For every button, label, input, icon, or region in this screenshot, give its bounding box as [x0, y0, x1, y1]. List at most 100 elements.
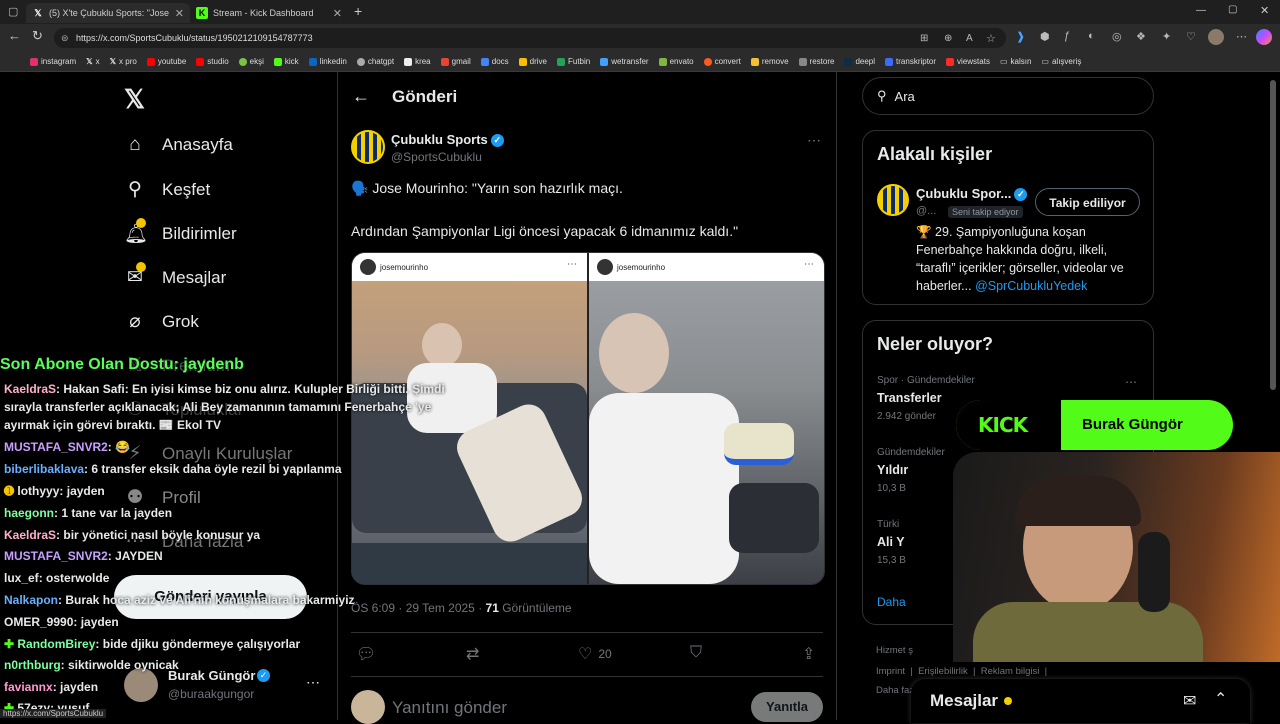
footer-link[interactable]: Imprint [876, 666, 905, 677]
settings-more-icon[interactable]: ⋯ [1236, 30, 1247, 43]
tab-x-post[interactable]: 𝕏 (5) X'te Çubuklu Sports: "Jose ✕ [26, 3, 190, 23]
sidebar-item-messages[interactable]: ✉ Mesajlar [124, 262, 226, 289]
footer-link[interactable]: Daha faz [876, 685, 914, 696]
post-media[interactable]: josemourinho ⋯ josemourinho ⋯ [351, 252, 825, 585]
tab-list-icon[interactable]: ▢ [8, 5, 18, 18]
bookmark-item[interactable]: instagram [30, 57, 76, 66]
new-tab-button[interactable]: + [354, 3, 362, 19]
bookmark-item[interactable]: ekşi [238, 57, 264, 66]
sidebar-item-verified-orgs[interactable]: ⚡︎ Onaylı Kuruluşlar [124, 442, 292, 465]
extension-icon[interactable]: ❱ [1016, 30, 1025, 43]
more-options-icon[interactable]: ⋯ [306, 674, 320, 691]
like-button[interactable]: ♡ 20 [578, 644, 612, 664]
expand-icon[interactable]: ⌃ [1214, 689, 1227, 709]
bookmark-item[interactable]: drive [518, 57, 547, 66]
sidebar-item-home[interactable]: ⌂ Anasayfa [124, 134, 233, 156]
bookmark-item[interactable]: wetransfer [600, 57, 649, 66]
related-name[interactable]: Çubuklu Spor... ✓ [916, 186, 1028, 202]
more-options-icon[interactable]: ⋯ [1125, 375, 1137, 389]
bookmark-item[interactable]: deepl [844, 57, 875, 66]
bookmark-folder[interactable]: ▭ kalsın [1000, 57, 1031, 66]
messages-drawer[interactable]: Mesajlar ✉ ⌃ [911, 679, 1250, 723]
photo-right[interactable]: josemourinho ⋯ [589, 253, 824, 584]
app-install-icon[interactable]: ⊞ [920, 33, 928, 44]
post-button[interactable]: Gönderi yayınla [114, 575, 307, 619]
read-aloud-icon[interactable]: A [966, 33, 973, 44]
trend-name[interactable]: Transferler [877, 391, 942, 405]
extension-icon[interactable]: ❖ [1136, 30, 1146, 43]
reply-button[interactable]: 💬︎ [356, 644, 376, 664]
bookmark-item[interactable]: 𝕏x [86, 57, 99, 66]
bookmark-item[interactable]: Futbin [557, 57, 590, 66]
bookmark-item[interactable]: convert [703, 57, 741, 66]
repost-button[interactable]: ⇄ [466, 644, 479, 664]
reply-input[interactable]: Yanıtını gönder [392, 698, 507, 718]
avatar[interactable] [877, 184, 909, 216]
bio-link[interactable]: @SprCubukluYedek [975, 279, 1087, 293]
post-author[interactable]: Çubuklu Sports ✓ [391, 132, 504, 148]
close-icon[interactable]: ✕ [333, 7, 342, 20]
sidebar-item-notifications[interactable]: 🔔︎ Bildirimler [124, 218, 237, 246]
favorite-star-icon[interactable]: ☆ [986, 32, 996, 45]
trend-name[interactable]: Ali Y [877, 535, 905, 549]
bookmark-button[interactable]: ⛉ [690, 644, 702, 662]
tab-kick-dashboard[interactable]: K Stream - Kick Dashboard ✕ [190, 3, 348, 23]
bookmark-item[interactable]: chatgpt [356, 57, 394, 66]
extension-icon[interactable]: ƒ [1064, 30, 1070, 42]
zoom-icon[interactable]: ⊕ [944, 33, 952, 44]
bookmark-folder[interactable]: ▭ alışveriş [1041, 57, 1081, 66]
trend-name[interactable]: Yıldır [877, 463, 908, 477]
close-icon[interactable]: ✕ [175, 7, 184, 20]
footer-link[interactable]: Erişilebilirlik [918, 666, 968, 677]
search-input[interactable]: ⚲ Ara [862, 77, 1154, 115]
avatar[interactable] [351, 130, 385, 164]
bookmark-item[interactable]: gmail [440, 57, 471, 66]
scrollbar[interactable] [1270, 80, 1276, 390]
extensions-puzzle-icon[interactable]: ✦ [1162, 30, 1171, 43]
minimize-button[interactable]: — [1196, 5, 1206, 16]
bookmark-item[interactable]: viewstats [946, 57, 990, 66]
extension-icon[interactable]: ⬢ [1040, 30, 1050, 43]
copilot-icon[interactable] [1256, 29, 1272, 45]
x-logo-icon[interactable]: 𝕏 [124, 84, 145, 115]
bookmark-item[interactable]: transkriptor [885, 57, 936, 66]
share-button[interactable]: ⇪ [802, 644, 815, 664]
bookmark-item[interactable]: remove [750, 57, 789, 66]
post-header: ← Gönderi [352, 86, 457, 107]
post-handle[interactable]: @SportsCubuklu [391, 150, 482, 164]
sidebar-item-grok[interactable]: ⌀ Grok [124, 310, 199, 333]
site-info-icon[interactable]: ⊜ [61, 33, 69, 44]
more-options-icon[interactable]: ⋯ [807, 132, 821, 149]
browser-essentials-icon[interactable]: ♡ [1186, 30, 1196, 43]
extension-icon[interactable]: ◐ [1088, 30, 1095, 42]
bookmark-item[interactable]: restore [798, 57, 834, 66]
back-arrow-icon[interactable]: ← [352, 86, 370, 107]
new-message-icon[interactable]: ✉ [1183, 691, 1196, 711]
bookmark-item[interactable]: linkedin [308, 57, 347, 66]
profile-avatar[interactable] [1208, 29, 1224, 45]
streamer-name: Burak Güngör [1082, 416, 1183, 433]
bookmark-item[interactable]: krea [404, 57, 431, 66]
reply-submit-button[interactable]: Yanıtla [751, 692, 823, 722]
bookmark-item[interactable]: youtube [146, 57, 186, 66]
following-button[interactable]: Takip ediliyor [1035, 188, 1140, 216]
sidebar-item-more[interactable]: ⋯ Daha fazla [124, 530, 244, 553]
footer-link[interactable]: Reklam bilgisi [981, 666, 1040, 677]
show-more-link[interactable]: Daha [877, 595, 906, 609]
bookmark-item[interactable]: studio [196, 57, 229, 66]
url-bar[interactable]: ⊜ https://x.com/SportsCubuklu/status/195… [54, 28, 1006, 48]
photo-left[interactable]: josemourinho ⋯ [352, 253, 588, 584]
bookmark-item[interactable]: kick [273, 57, 299, 66]
close-window-button[interactable]: ✕ [1260, 4, 1269, 17]
bookmark-item[interactable]: envato [658, 57, 694, 66]
bookmark-item[interactable]: 𝕏x pro [110, 57, 137, 66]
sidebar-item-communities[interactable]: ⚇ Topluluklar [124, 398, 243, 421]
back-arrow-icon[interactable]: ← [8, 28, 21, 43]
extension-icon[interactable]: ◎ [1112, 30, 1122, 43]
footer-link[interactable]: Hizmet ş [876, 645, 913, 656]
reload-icon[interactable]: ↻ [32, 28, 43, 44]
sidebar-item-profile[interactable]: ⚉ Profil [124, 486, 200, 509]
maximize-button[interactable]: ▢ [1228, 4, 1237, 15]
sidebar-item-explore[interactable]: ⚲ Keşfet [124, 178, 210, 201]
bookmark-item[interactable]: docs [480, 57, 509, 66]
